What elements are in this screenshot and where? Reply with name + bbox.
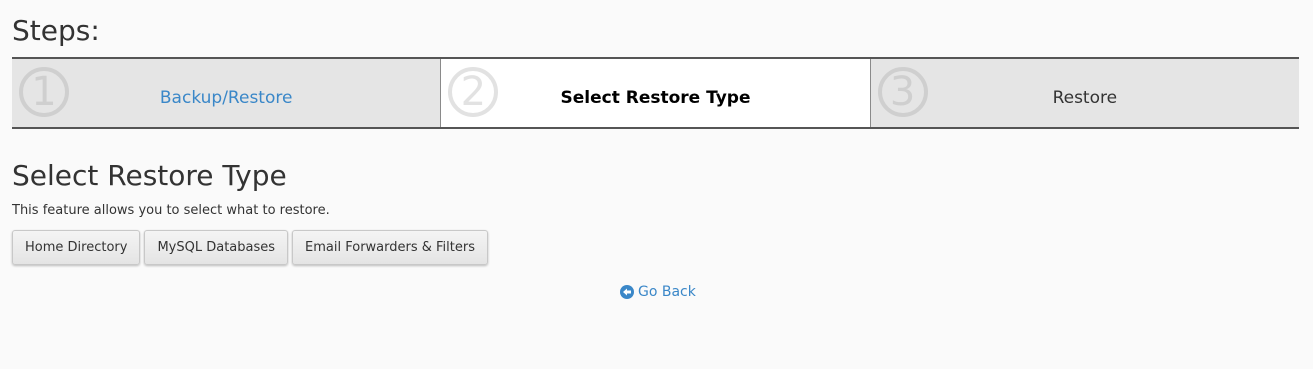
go-back-link[interactable]: Go Back xyxy=(620,284,696,300)
step-select-restore-type: 2 Select Restore Type xyxy=(440,59,870,127)
page-description: This feature allows you to select what t… xyxy=(12,203,330,218)
step-label-restore: Restore xyxy=(1052,88,1118,108)
page-title: Select Restore Type xyxy=(12,159,287,192)
step-number-1-icon: 1 xyxy=(19,67,69,117)
page: Steps: 1 Backup/Restore 2 Select Restore… xyxy=(0,0,1313,369)
mysql-databases-button[interactable]: MySQL Databases xyxy=(144,230,289,265)
steps-bar: 1 Backup/Restore 2 Select Restore Type 3… xyxy=(12,57,1299,129)
steps-heading: Steps: xyxy=(12,14,100,47)
step-backup-restore[interactable]: 1 Backup/Restore xyxy=(12,59,441,127)
step-number-2-icon: 2 xyxy=(448,67,499,117)
step-restore: 3 Restore xyxy=(869,59,1299,127)
go-back-label[interactable]: Go Back xyxy=(638,284,696,300)
restore-type-buttons: Home Directory MySQL Databases Email For… xyxy=(12,230,488,265)
home-directory-button[interactable]: Home Directory xyxy=(12,230,141,265)
step-label-backup-restore[interactable]: Backup/Restore xyxy=(160,78,293,108)
arrow-circle-left-icon xyxy=(620,285,634,299)
email-forwarders-filters-button[interactable]: Email Forwarders & Filters xyxy=(292,230,488,265)
step-label-select-restore-type: Select Restore Type xyxy=(560,88,751,108)
step-number-3-icon: 3 xyxy=(877,67,928,117)
